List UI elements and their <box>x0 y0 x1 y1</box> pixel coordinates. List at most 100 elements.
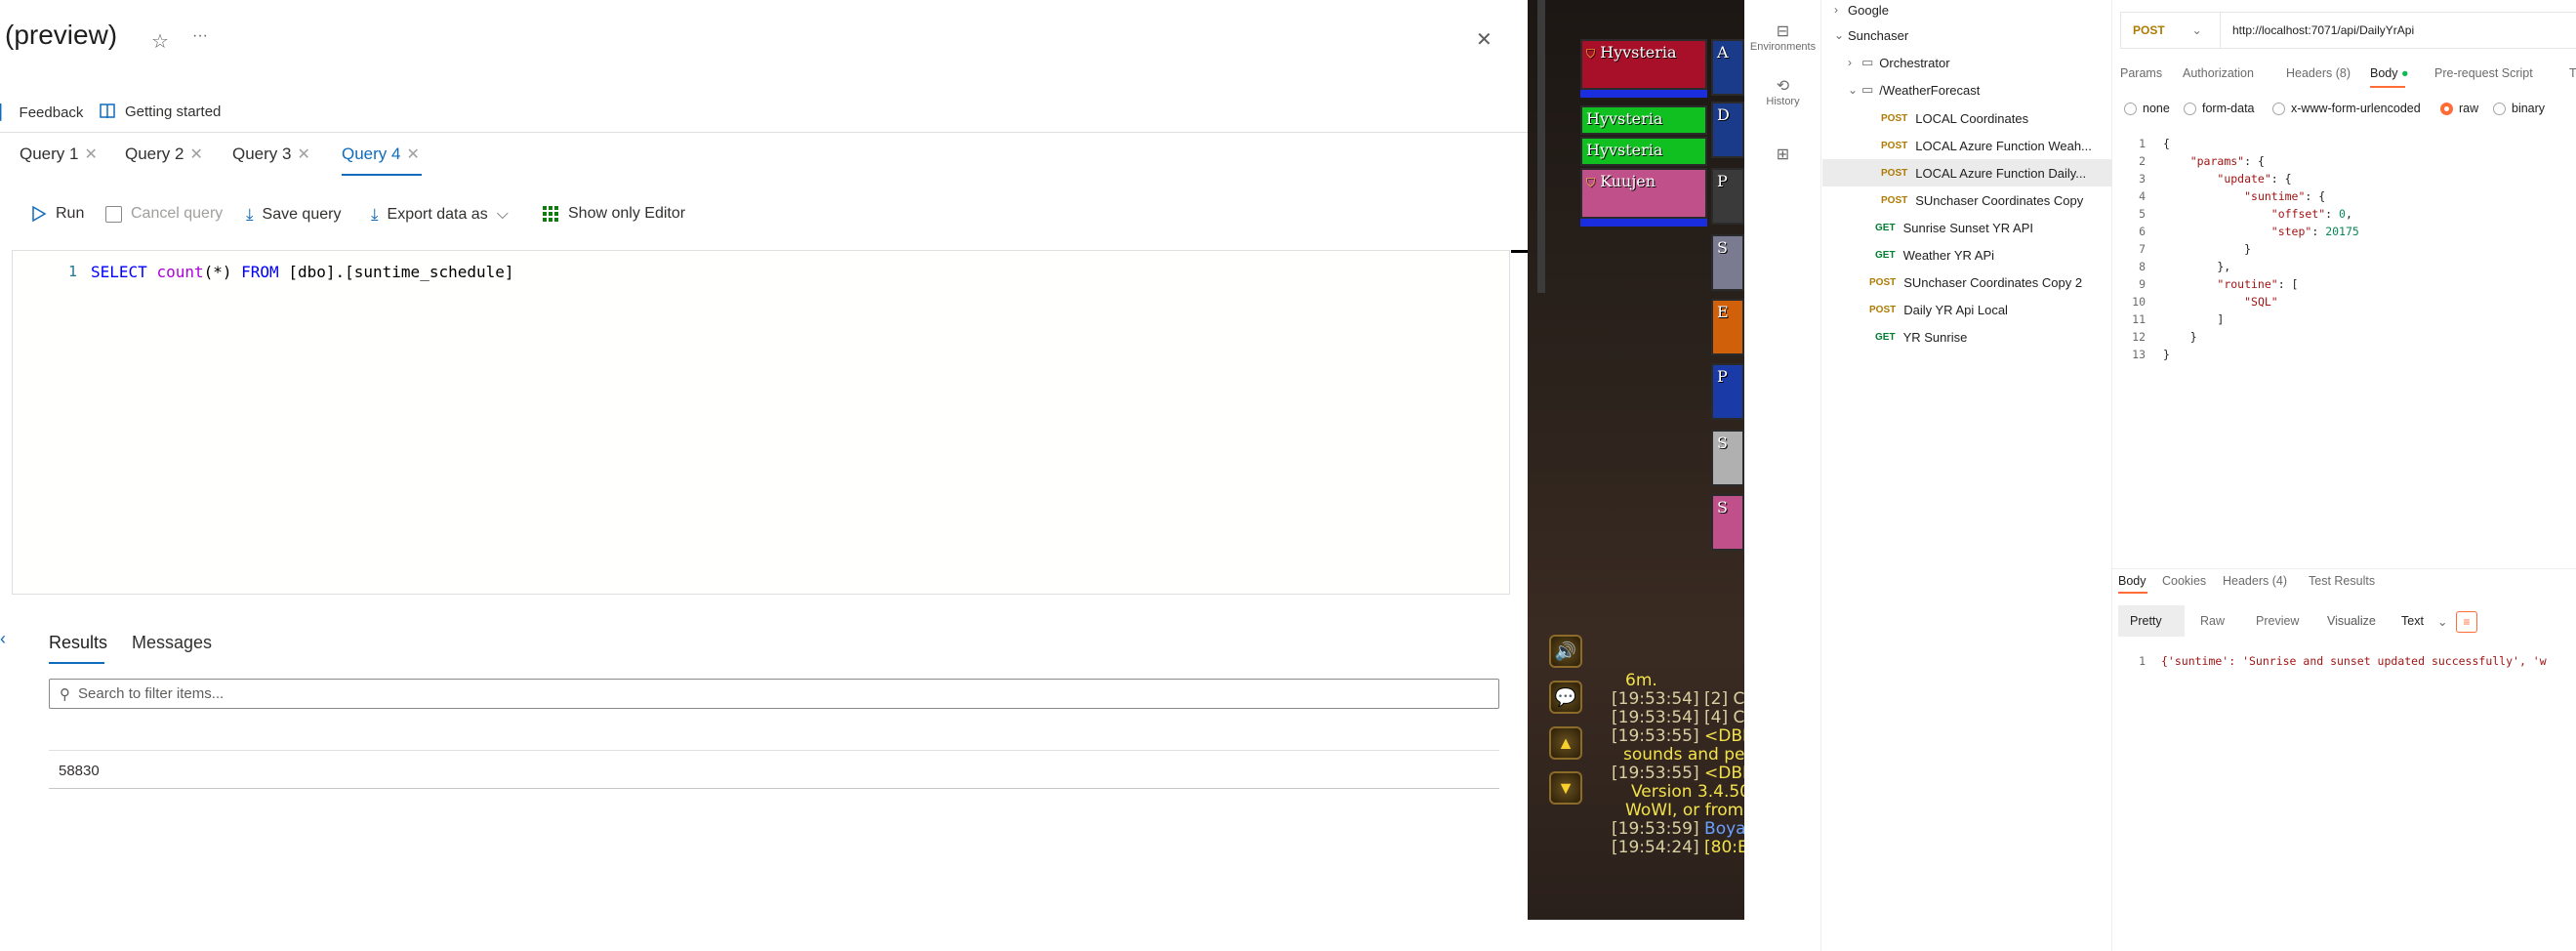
favorite-star-icon[interactable]: ☆ <box>151 29 169 54</box>
body-option-raw[interactable]: raw <box>2440 102 2478 115</box>
export-data-dropdown[interactable]: ⤓ Export data as ⌵ <box>371 205 509 225</box>
sql-keyword: SELECT <box>91 263 147 281</box>
tree-request-selected[interactable]: POST LOCAL Azure Function Daily... <box>1822 159 2112 186</box>
close-icon[interactable]: ✕ <box>1476 27 1492 52</box>
unit-frame[interactable]: P <box>1711 168 1744 225</box>
response-tab-body[interactable]: Body <box>2118 574 2147 588</box>
unit-frame[interactable]: E <box>1711 299 1744 355</box>
chat-player[interactable]: [80:Boyab <box>1704 838 1744 857</box>
body-option-form-data[interactable]: form-data <box>2184 102 2255 115</box>
unit-frame[interactable]: ⛉ Kuujen <box>1580 168 1707 219</box>
chat-player[interactable]: Boyaban <box>1704 819 1744 839</box>
tab-close-icon[interactable]: ✕ <box>406 145 419 164</box>
feedback-link[interactable]: ▏ Feedback <box>0 103 83 122</box>
line-number: 12 <box>2132 330 2146 344</box>
tab-results[interactable]: Results <box>49 633 107 653</box>
response-tab-test-results[interactable]: Test Results <box>2309 574 2375 588</box>
unit-frame[interactable]: S <box>1711 234 1744 291</box>
unit-name: Hyvsteria <box>1586 141 1663 159</box>
tree-request[interactable]: GET YR Sunrise <box>1822 323 2112 351</box>
line-number: 6 <box>2139 225 2146 238</box>
speaker-icon[interactable]: 🔊 <box>1549 635 1582 668</box>
url-input[interactable]: http://localhost:7071/api/DailyYrApi <box>2220 12 2576 49</box>
more-options-icon[interactable]: ··· <box>192 27 208 45</box>
chat-line: [19:53:54] [4] Chan <box>1612 708 1744 727</box>
save-query-button[interactable]: ⤓ Save query <box>246 205 341 225</box>
body-option-none[interactable]: none <box>2124 102 2170 115</box>
tab-close-icon[interactable]: ✕ <box>189 145 202 164</box>
tab-authorization[interactable]: Authorization <box>2183 66 2254 80</box>
unit-frame[interactable]: A <box>1711 39 1744 96</box>
tree-request[interactable]: POST LOCAL Coordinates <box>1822 104 2112 132</box>
tab-query-2[interactable]: Query 2 ✕ <box>125 145 203 164</box>
chat-timestamp: [19:54:24] <box>1612 838 1699 857</box>
body-option-binary[interactable]: binary <box>2493 102 2545 115</box>
chevron-left-icon[interactable]: ‹ <box>0 629 6 649</box>
filter-input[interactable]: ⚲ Search to filter items... <box>49 679 1499 709</box>
json-line: }, <box>2163 260 2231 273</box>
view-pretty[interactable]: Pretty <box>2118 605 2185 637</box>
sql-editor[interactable]: 1 SELECT count(*) FROM [dbo].[suntime_sc… <box>12 250 1510 595</box>
environments-nav[interactable]: ⊟ Environments <box>1744 21 1821 53</box>
tree-folder-sunchaser[interactable]: ⌄ Sunchaser <box>1822 21 2112 49</box>
view-preview[interactable]: Preview <box>2256 605 2299 637</box>
body-option-urlencoded[interactable]: x-www-form-urlencoded <box>2272 102 2421 115</box>
scroll-down-icon[interactable]: ▼ <box>1549 771 1582 805</box>
tree-folder-weatherforecast[interactable]: ⌄ ▭ /WeatherForecast <box>1822 76 2112 103</box>
tab-query-1[interactable]: Query 1 ✕ <box>20 145 98 164</box>
chevron-right-icon: › <box>1848 56 1852 69</box>
postman-window: ⊟ Environments ⟲ History ⊞ › Google ⌄ Suncha… <box>1744 0 2576 951</box>
active-tab-indicator <box>49 662 104 664</box>
tab-close-icon[interactable]: ✕ <box>297 145 309 164</box>
unit-frame[interactable]: S <box>1711 430 1744 486</box>
tab-close-icon[interactable]: ✕ <box>84 145 97 164</box>
tree-request[interactable]: GET Weather YR APi <box>1822 241 2112 269</box>
unit-frame[interactable]: D <box>1711 102 1744 158</box>
tree-folder-orchestrator[interactable]: › ▭ Orchestrator <box>1822 49 2112 76</box>
tree-request[interactable]: GET Sunrise Sunset YR API <box>1822 214 2112 241</box>
tree-request[interactable]: POST SUnchaser Coordinates Copy 2 <box>1822 269 2112 296</box>
search-icon: ⚲ <box>60 685 70 703</box>
response-tab-headers[interactable]: Headers (4) <box>2223 574 2287 588</box>
show-only-editor-button[interactable]: Show only Editor <box>542 205 685 223</box>
unit-frame[interactable]: S <box>1711 494 1744 551</box>
radio-icon <box>2272 102 2285 115</box>
tab-label: Query 4 <box>342 145 401 163</box>
json-line: } <box>2163 242 2252 256</box>
view-raw[interactable]: Raw <box>2200 605 2225 637</box>
tree-request[interactable]: POST Daily YR Api Local <box>1822 296 2112 323</box>
format-select[interactable]: Text ⌄ <box>2401 605 2447 637</box>
feedback-icon: ▏ <box>0 104 12 121</box>
wrap-lines-icon[interactable]: ≡ <box>2456 611 2477 633</box>
chat-log: 6m. [19:53:54] [2] Chan [19:53:54] [4] C… <box>1612 672 1744 857</box>
scroll-up-icon[interactable]: ▲ <box>1549 726 1582 760</box>
tab-body[interactable]: Body ● <box>2370 66 2409 80</box>
tab-messages[interactable]: Messages <box>132 633 212 653</box>
line-number: 8 <box>2139 260 2146 273</box>
tree-request[interactable]: POST SUnchaser Coordinates Copy <box>1822 186 2112 214</box>
game-window[interactable]: ⛉ Hyvsteria Hyvsteria Hyvsteria ⛉ Kuujen… <box>1528 0 1744 920</box>
history-nav[interactable]: ⟲ History <box>1744 76 1821 107</box>
unit-frame[interactable]: ⛉ Hyvsteria <box>1580 39 1707 90</box>
tab-params[interactable]: Params <box>2120 66 2162 80</box>
radio-icon <box>2184 102 2196 115</box>
chat-bubble-icon[interactable]: 💬 <box>1549 681 1582 714</box>
tab-query-3[interactable]: Query 3 ✕ <box>232 145 310 164</box>
unit-frame[interactable]: Hyvsteria <box>1580 105 1707 135</box>
cancel-query-button[interactable]: Cancel query <box>105 205 223 223</box>
tab-tests[interactable]: T <box>2569 66 2576 80</box>
getting-started-link[interactable]: Getting started <box>98 102 221 121</box>
unit-frame[interactable]: Hyvsteria <box>1580 137 1707 166</box>
url-value: http://localhost:7071/api/DailyYrApi <box>2232 23 2415 37</box>
tab-query-4[interactable]: Query 4 ✕ <box>342 145 420 164</box>
tab-headers[interactable]: Headers (8) <box>2286 66 2351 80</box>
method-select[interactable]: POST ⌄ <box>2120 12 2220 49</box>
run-button[interactable]: Run <box>31 205 84 223</box>
response-tab-cookies[interactable]: Cookies <box>2162 574 2206 588</box>
tree-request[interactable]: POST LOCAL Azure Function Weah... <box>1822 132 2112 159</box>
tab-pre-request-script[interactable]: Pre-request Script <box>2434 66 2533 80</box>
configure-nav[interactable]: ⊞ <box>1744 145 1821 164</box>
unit-frame[interactable]: P <box>1711 363 1744 420</box>
tree-folder-google[interactable]: › Google <box>1822 0 2112 23</box>
json-body-editor[interactable]: 1 2 3 4 5 6 7 8 9 10 11 12 13 { "params"… <box>2112 137 2576 566</box>
